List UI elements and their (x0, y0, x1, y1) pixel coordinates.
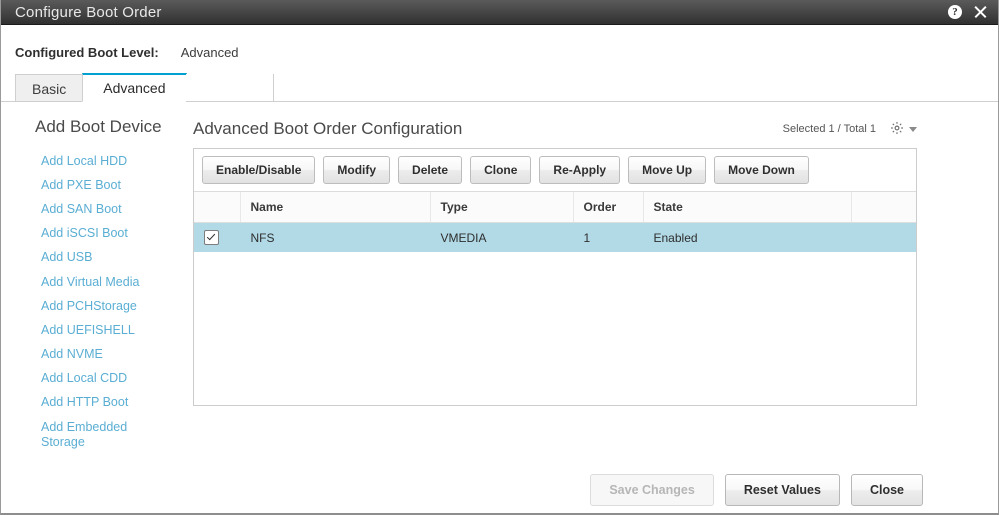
sidebar-item-add-iscsi-boot[interactable]: Add iSCSI Boot (35, 222, 153, 246)
enable-disable-button[interactable]: Enable/Disable (202, 156, 316, 184)
column-header-type[interactable]: Type (430, 192, 574, 223)
boot-level-label: Configured Boot Level: (15, 45, 159, 60)
column-header-state[interactable]: State (643, 192, 852, 223)
page-title: Advanced Boot Order Configuration (193, 119, 463, 138)
save-changes-button[interactable]: Save Changes (590, 474, 714, 507)
table-settings-control[interactable] (890, 121, 917, 138)
tab-advanced[interactable]: Advanced (82, 73, 187, 102)
row-select-cell[interactable] (194, 222, 240, 253)
row-checkbox[interactable] (204, 230, 219, 246)
tab-strip: Basic Advanced (1, 73, 998, 102)
cell-state: Enabled (643, 222, 851, 253)
column-header-select[interactable] (194, 192, 241, 223)
window-title: Configure Boot Order (15, 3, 162, 21)
table-empty-space (194, 252, 916, 405)
delete-button[interactable]: Delete (398, 156, 463, 184)
clone-button[interactable]: Clone (470, 156, 532, 184)
table-header: Name Type Order State (194, 192, 916, 223)
sidebar-item-add-san-boot[interactable]: Add SAN Boot (35, 197, 153, 221)
close-icon[interactable] (972, 4, 988, 20)
boot-order-panel: Enable/Disable Modify Delete Clone Re-Ap… (193, 148, 917, 406)
table-body: NFS VMEDIA 1 Enabled (194, 222, 916, 253)
table-row[interactable]: NFS VMEDIA 1 Enabled (194, 222, 916, 253)
main-panel: Advanced Boot Order Configuration Select… (193, 117, 998, 454)
sidebar-item-add-pxe-boot[interactable]: Add PXE Boot (35, 173, 153, 197)
modify-button[interactable]: Modify (323, 156, 391, 184)
sidebar-item-add-embedded-storage[interactable]: Add Embedded Storage (35, 415, 153, 454)
move-up-button[interactable]: Move Up (628, 156, 707, 184)
column-header-pad (851, 192, 916, 223)
move-down-button[interactable]: Move Down (714, 156, 809, 184)
gear-icon[interactable] (890, 121, 904, 138)
cell-type: VMEDIA (430, 222, 573, 253)
sidebar-item-add-local-hdd[interactable]: Add Local HDD (35, 149, 153, 173)
table-toolbar: Enable/Disable Modify Delete Clone Re-Ap… (194, 149, 916, 192)
sidebar-item-add-pchstorage[interactable]: Add PCHStorage (35, 294, 153, 318)
boot-order-table: Name Type Order State NFS VMEDIA 1 Enabl… (194, 192, 916, 253)
dialog-body: Configured Boot Level: Advanced Basic Ad… (1, 25, 998, 513)
help-circle-icon[interactable]: ? (948, 5, 962, 19)
sidebar-item-add-local-cdd[interactable]: Add Local CDD (35, 367, 153, 391)
titlebar: Configure Boot Order ? (1, 0, 998, 25)
cell-name: NFS (240, 222, 430, 253)
sidebar-title: Add Boot Device (35, 117, 162, 136)
chevron-down-icon[interactable] (909, 126, 917, 132)
column-header-name[interactable]: Name (240, 192, 431, 223)
configure-boot-order-dialog: Configure Boot Order ? Configured Boot L… (0, 0, 999, 515)
boot-level-value: Advanced (180, 45, 239, 60)
dialog-footer: Save Changes Reset Values Close (1, 454, 998, 507)
table-header-row: Name Type Order State (194, 192, 916, 223)
main-header: Advanced Boot Order Configuration Select… (193, 117, 917, 141)
cell-pad (851, 222, 916, 253)
tab-strip-filler (185, 74, 274, 102)
tab-basic[interactable]: Basic (15, 74, 84, 102)
sidebar-item-add-virtual-media[interactable]: Add Virtual Media (35, 270, 153, 294)
selection-count: Selected 1 / Total 1 (782, 123, 876, 135)
configured-boot-level: Configured Boot Level: Advanced (1, 25, 998, 60)
column-header-order[interactable]: Order (573, 192, 644, 223)
close-button[interactable]: Close (850, 474, 923, 507)
sidebar-item-add-nvme[interactable]: Add NVME (35, 343, 153, 367)
sidebar-item-add-http-boot[interactable]: Add HTTP Boot (35, 391, 153, 415)
cell-order: 1 (573, 222, 643, 253)
sidebar-item-add-usb[interactable]: Add USB (35, 246, 153, 270)
reset-values-button[interactable]: Reset Values (724, 474, 840, 507)
re-apply-button[interactable]: Re-Apply (539, 156, 621, 184)
content-area: Add Boot Device Add Local HDD Add PXE Bo… (1, 102, 998, 454)
titlebar-actions: ? (948, 4, 988, 20)
sidebar-item-add-uefishell[interactable]: Add UEFISHELL (35, 318, 153, 342)
add-boot-device-sidebar: Add Boot Device Add Local HDD Add PXE Bo… (1, 117, 193, 454)
